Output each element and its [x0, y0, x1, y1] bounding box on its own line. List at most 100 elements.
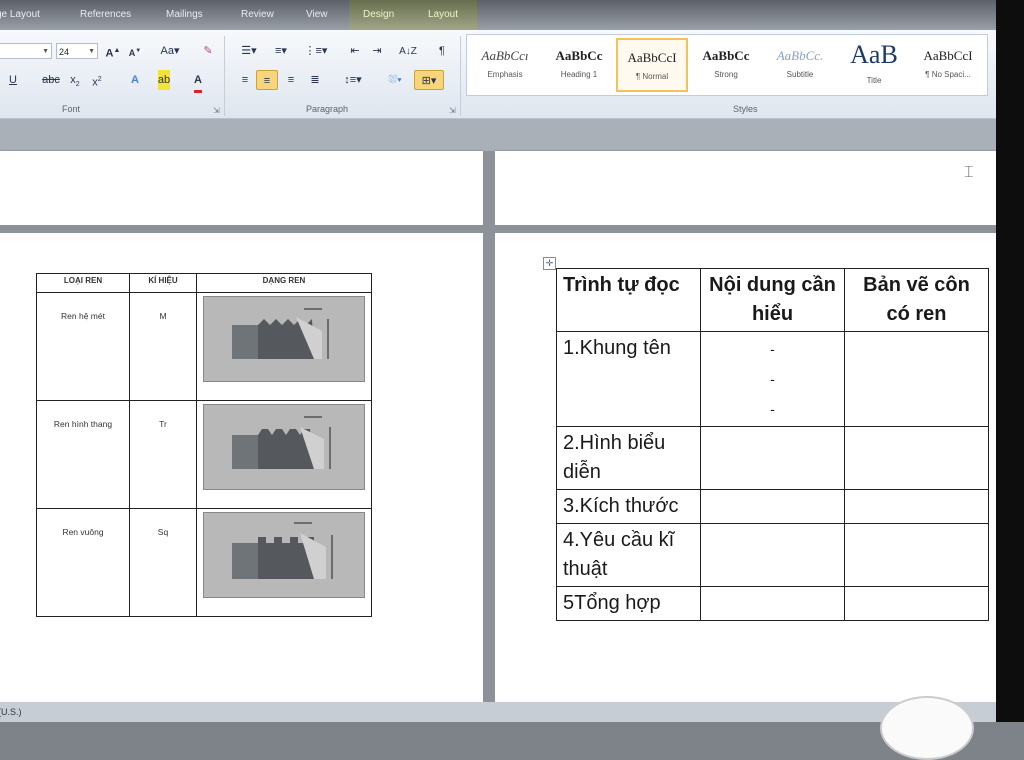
- table-row: 2.Hình biểu diễn: [556, 426, 989, 490]
- font-dialog-launcher-icon[interactable]: ⇲: [213, 106, 220, 115]
- page-left-top[interactable]: [0, 151, 483, 225]
- table-cell[interactable]: [844, 489, 989, 524]
- style-sample: AaBbCc: [555, 48, 603, 63]
- bullets-button[interactable]: ☰▾: [236, 41, 262, 61]
- decrease-indent-button[interactable]: ⇤: [346, 41, 364, 61]
- style-sample: AaB: [850, 40, 898, 69]
- clear-formatting-button[interactable]: ✎: [198, 41, 218, 61]
- style-sample: AaBbCc.: [776, 48, 824, 63]
- table-row: Ren hệ mét M: [36, 292, 372, 401]
- font-color-button[interactable]: A: [186, 70, 210, 93]
- paragraph-dialog-launcher-icon[interactable]: ⇲: [449, 106, 456, 115]
- style-normal[interactable]: AaBbCcI ¶ Normal: [616, 38, 688, 92]
- align-right-button[interactable]: ≡: [282, 70, 300, 90]
- align-right-icon: ≡: [287, 74, 295, 86]
- text-effects-button[interactable]: A: [124, 70, 146, 90]
- table-cell[interactable]: [844, 331, 989, 427]
- table-header-cell[interactable]: Bản vẽ côn có ren: [844, 268, 989, 332]
- show-formatting-button[interactable]: ¶: [434, 41, 450, 61]
- table-cell[interactable]: 2.Hình biểu diễn: [556, 426, 701, 490]
- strikethrough-button[interactable]: abc: [40, 70, 62, 90]
- sort-button[interactable]: A↓Z: [398, 41, 418, 61]
- style-emphasis[interactable]: AaBbCcı Emphasis: [469, 38, 541, 92]
- style-name: Heading 1: [560, 70, 598, 79]
- align-left-button[interactable]: ≡: [236, 70, 254, 90]
- table-cell[interactable]: [700, 489, 845, 524]
- grow-font-button[interactable]: A▲: [104, 41, 122, 61]
- table-header-cell[interactable]: Trình tự đọc: [556, 268, 701, 332]
- table-row: Ren hình thang Tr: [36, 400, 372, 509]
- status-bar: (U.S.): [0, 702, 996, 722]
- style-name: Emphasis: [487, 70, 523, 79]
- overlay-circle-button[interactable]: [880, 696, 974, 760]
- table-move-handle-icon[interactable]: ✛: [543, 257, 556, 270]
- table-cell[interactable]: [844, 426, 989, 490]
- table-cell[interactable]: 4.Yêu cầu kĩ thuật: [556, 523, 701, 587]
- tab-references[interactable]: References: [80, 9, 131, 20]
- tab-view[interactable]: View: [306, 9, 328, 20]
- reading-order-table: Trình tự đọc Nội dung cần hiểu Bản vẽ cô…: [556, 268, 989, 621]
- table-cell[interactable]: [844, 586, 989, 621]
- underline-button[interactable]: U: [6, 70, 20, 90]
- font-size-field[interactable]: 24 ▼: [56, 43, 98, 59]
- table-row: 1.Khung tên - - -: [556, 331, 989, 427]
- thread-shape-cell: [196, 400, 372, 509]
- style-no-spacing[interactable]: AaBbCcI ¶ No Spaci...: [912, 38, 984, 92]
- table-cell[interactable]: [700, 586, 845, 621]
- style-title[interactable]: AaB Title: [838, 38, 910, 92]
- bullet-list-icon: ☰▾: [241, 45, 257, 57]
- subscript-button[interactable]: x2: [68, 70, 82, 90]
- underline-icon: U: [9, 74, 17, 86]
- tab-design[interactable]: Design: [363, 9, 394, 20]
- table-cell[interactable]: - - -: [700, 331, 845, 427]
- highlight-button[interactable]: ab: [152, 70, 176, 90]
- table-row: 4.Yêu cầu kĩ thuật: [556, 523, 989, 587]
- thread-type-cell: Ren hệ mét: [36, 292, 130, 401]
- paragraph-group-label: Paragraph: [306, 104, 349, 114]
- tab-page-layout[interactable]: ge Layout: [0, 9, 40, 20]
- table-cell[interactable]: [700, 523, 845, 587]
- table-cell[interactable]: [700, 426, 845, 490]
- table-header-cell[interactable]: Nội dung cần hiểu: [700, 268, 845, 332]
- style-strong[interactable]: AaBbCc Strong: [690, 38, 762, 92]
- sort-icon: A↓Z: [399, 46, 417, 57]
- superscript-button[interactable]: x2: [90, 70, 104, 90]
- font-name-field[interactable]: ▼: [0, 43, 52, 59]
- align-center-button[interactable]: ≡: [256, 70, 278, 90]
- language-indicator[interactable]: (U.S.): [0, 707, 22, 717]
- style-sample: AaBbCc: [702, 48, 750, 63]
- dash-mark: -: [770, 341, 775, 357]
- table-cell[interactable]: 3.Kích thước: [556, 489, 701, 524]
- shading-button[interactable]: ⛆▾: [382, 70, 408, 90]
- thread-shape-cell: [196, 508, 372, 617]
- align-left-icon: ≡: [241, 74, 249, 86]
- style-heading-1[interactable]: AaBbCc Heading 1: [543, 38, 615, 92]
- shrink-font-icon: A▼: [128, 48, 142, 58]
- borders-icon: ⊞▾: [421, 75, 437, 87]
- justify-button[interactable]: ≣: [306, 70, 324, 90]
- group-divider: [460, 36, 461, 116]
- table-cell[interactable]: [844, 523, 989, 587]
- metric-thread-drawing: [203, 296, 365, 382]
- page-right-top[interactable]: [495, 151, 996, 225]
- change-case-button[interactable]: Aa▾: [158, 41, 182, 61]
- numbering-button[interactable]: ≡▾: [268, 41, 294, 61]
- thread-types-table: LOẠI REN KÍ HIỆU DẠNG REN Ren hệ mét M R…: [36, 273, 372, 617]
- line-spacing-button[interactable]: ↕≡▾: [340, 70, 366, 90]
- style-subtitle[interactable]: AaBbCc. Subtitle: [764, 38, 836, 92]
- chevron-down-icon: ▼: [42, 48, 49, 55]
- increase-indent-button[interactable]: ⇥: [368, 41, 386, 61]
- shrink-font-button[interactable]: A▼: [126, 41, 144, 61]
- table-header-cell: KÍ HIỆU: [129, 273, 197, 293]
- tab-layout[interactable]: Layout: [428, 9, 458, 20]
- style-sample: AaBbCcI: [923, 48, 973, 63]
- group-divider: [224, 36, 225, 116]
- borders-button[interactable]: ⊞▾: [414, 70, 444, 90]
- strikethrough-icon: abc: [42, 74, 60, 86]
- table-row: 3.Kích thước: [556, 489, 989, 524]
- table-cell[interactable]: 1.Khung tên: [556, 331, 701, 427]
- multilevel-list-button[interactable]: ⋮≡▾: [302, 41, 330, 61]
- tab-review[interactable]: Review: [241, 9, 274, 20]
- tab-mailings[interactable]: Mailings: [166, 9, 203, 20]
- table-cell[interactable]: 5Tổng hợp: [556, 586, 701, 621]
